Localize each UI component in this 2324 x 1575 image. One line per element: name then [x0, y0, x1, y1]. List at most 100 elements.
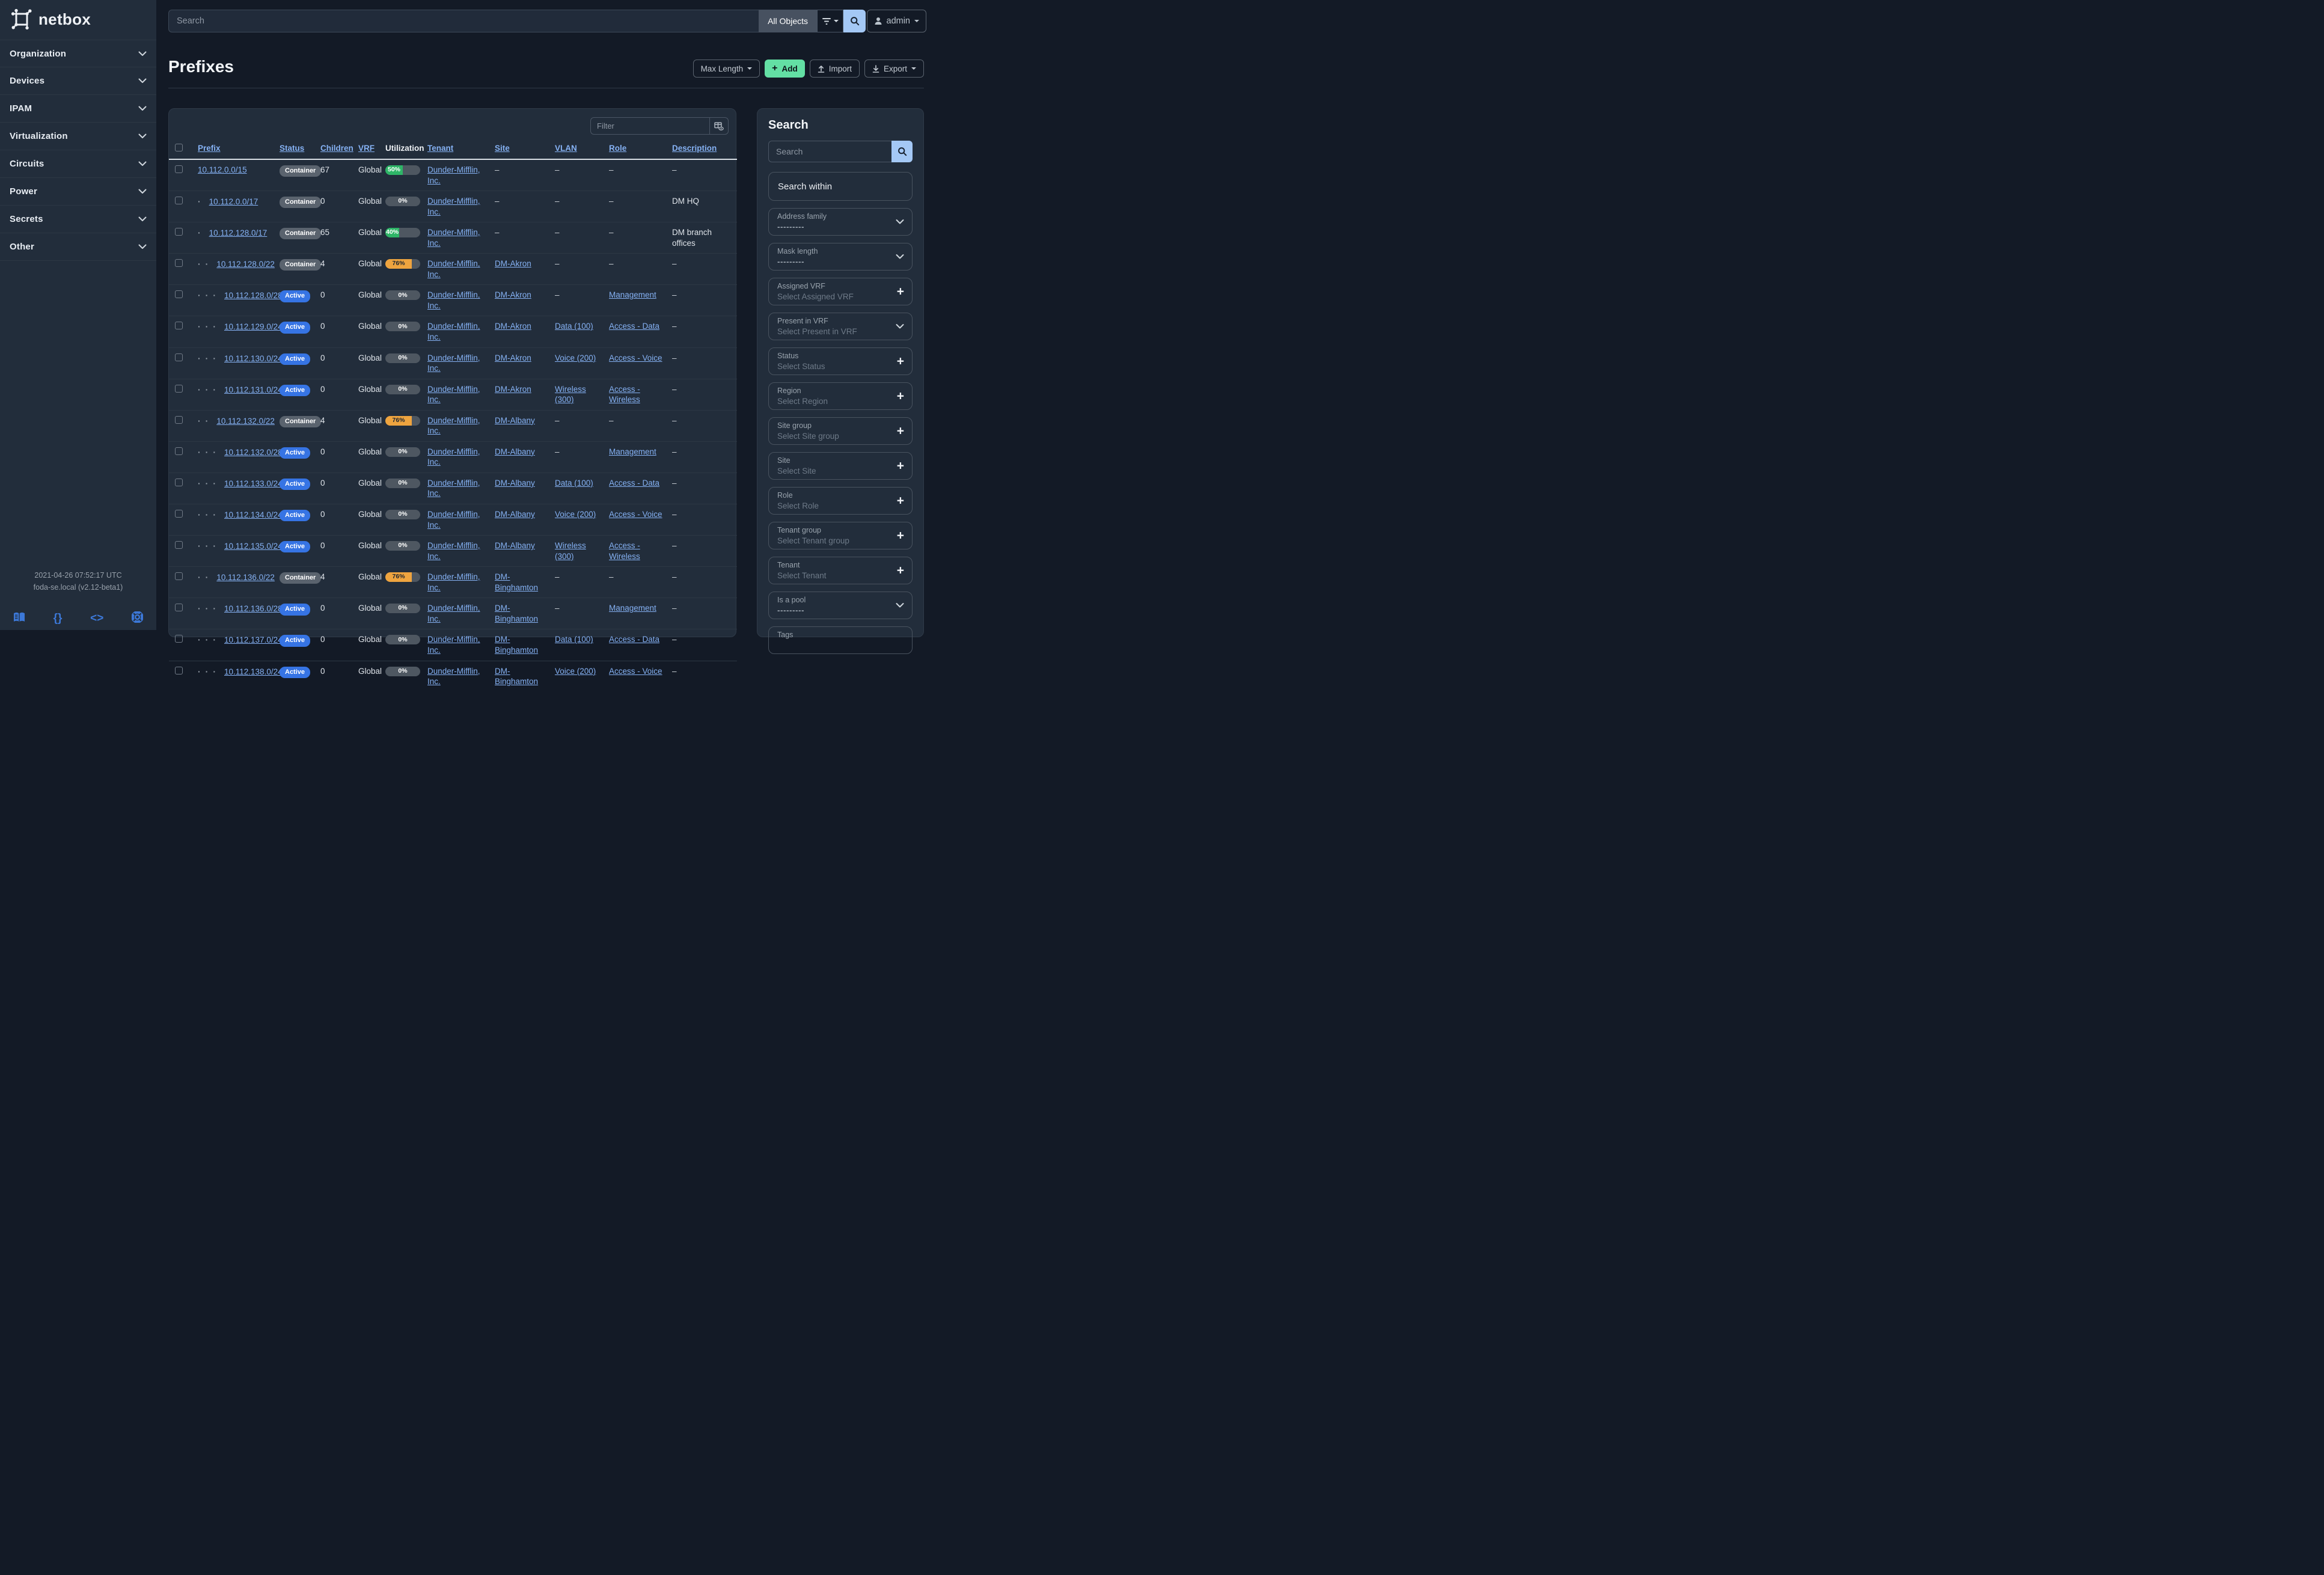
sidebar-item-secrets[interactable]: Secrets [0, 206, 156, 233]
column-sort-link[interactable]: Children [320, 144, 353, 153]
tenant-link[interactable]: Dunder-Mifflin, Inc. [427, 290, 480, 310]
filter-select-status[interactable]: StatusSelect Status+ [768, 347, 913, 375]
row-checkbox[interactable] [175, 635, 183, 643]
site-link[interactable]: DM-Albany [495, 447, 535, 456]
row-checkbox[interactable] [175, 604, 183, 611]
vlan-link[interactable]: Data (100) [555, 479, 593, 488]
sidebar-item-ipam[interactable]: IPAM [0, 95, 156, 123]
panel-search-button[interactable] [891, 141, 913, 162]
sidebar-item-circuits[interactable]: Circuits [0, 150, 156, 178]
row-checkbox[interactable] [175, 416, 183, 424]
site-link[interactable]: DM-Albany [495, 479, 535, 488]
prefix-link[interactable]: 10.112.128.0/17 [209, 228, 268, 237]
vlan-link[interactable]: Voice (200) [555, 353, 596, 362]
tenant-link[interactable]: Dunder-Mifflin, Inc. [427, 322, 480, 341]
column-sort-link[interactable]: VLAN [555, 144, 577, 153]
tenant-link[interactable]: Dunder-Mifflin, Inc. [427, 447, 480, 467]
filter-select-site[interactable]: SiteSelect Site+ [768, 452, 913, 480]
panel-search-input[interactable] [768, 141, 891, 162]
role-link[interactable]: Access - Voice [609, 353, 662, 362]
row-checkbox[interactable] [175, 510, 183, 518]
site-link[interactable]: DM-Binghamton [495, 635, 538, 655]
netbox-logo[interactable]: netbox [0, 0, 156, 36]
prefix-link[interactable]: 10.112.135.0/24 [224, 542, 283, 551]
tenant-link[interactable]: Dunder-Mifflin, Inc. [427, 667, 480, 687]
row-checkbox[interactable] [175, 259, 183, 267]
role-link[interactable]: Access - Data [609, 635, 659, 644]
role-link[interactable]: Management [609, 447, 656, 456]
site-link[interactable]: DM-Albany [495, 541, 535, 550]
tenant-link[interactable]: Dunder-Mifflin, Inc. [427, 353, 480, 373]
column-sort-link[interactable]: Prefix [198, 144, 221, 153]
tenant-link[interactable]: Dunder-Mifflin, Inc. [427, 572, 480, 592]
site-link[interactable]: DM-Akron [495, 385, 531, 394]
filter-select-mask-length[interactable]: Mask length--------- [768, 243, 913, 271]
role-link[interactable]: Access - Data [609, 479, 659, 488]
vlan-link[interactable]: Data (100) [555, 322, 593, 331]
site-link[interactable]: DM-Albany [495, 510, 535, 519]
filter-select-address-family[interactable]: Address family--------- [768, 208, 913, 236]
prefix-link[interactable]: 10.112.132.0/22 [216, 417, 275, 426]
site-link[interactable]: DM-Akron [495, 322, 531, 331]
search-within-toggle[interactable]: Search within [768, 172, 913, 201]
row-checkbox[interactable] [175, 479, 183, 486]
prefix-link[interactable]: 10.112.136.0/28 [224, 604, 283, 613]
row-checkbox[interactable] [175, 290, 183, 298]
global-search-button[interactable] [843, 10, 866, 32]
row-checkbox[interactable] [175, 353, 183, 361]
column-sort-link[interactable]: VRF [358, 144, 375, 153]
column-sort-link[interactable]: Tenant [427, 144, 453, 153]
sidebar-item-organization[interactable]: Organization [0, 40, 156, 67]
table-filter-input[interactable] [590, 117, 709, 135]
row-checkbox[interactable] [175, 667, 183, 674]
filter-select-role[interactable]: RoleSelect Role+ [768, 487, 913, 515]
site-link[interactable]: DM-Binghamton [495, 572, 538, 592]
filter-select-is-a-pool[interactable]: Is a pool--------- [768, 592, 913, 619]
filter-select-tenant[interactable]: TenantSelect Tenant+ [768, 557, 913, 584]
column-sort-link[interactable]: Role [609, 144, 626, 153]
row-checkbox[interactable] [175, 322, 183, 329]
row-checkbox[interactable] [175, 165, 183, 173]
role-link[interactable]: Management [609, 604, 656, 613]
sidebar-item-other[interactable]: Other [0, 233, 156, 261]
vlan-link[interactable]: Voice (200) [555, 510, 596, 519]
prefix-link[interactable]: 10.112.0.0/17 [209, 197, 258, 206]
tenant-link[interactable]: Dunder-Mifflin, Inc. [427, 259, 480, 279]
role-link[interactable]: Access - Wireless [609, 385, 640, 405]
row-checkbox[interactable] [175, 541, 183, 549]
prefix-link[interactable]: 10.112.136.0/22 [216, 573, 275, 582]
row-checkbox[interactable] [175, 228, 183, 236]
tenant-link[interactable]: Dunder-Mifflin, Inc. [427, 604, 480, 623]
prefix-link[interactable]: 10.112.128.0/28 [224, 291, 283, 300]
prefix-link[interactable]: 10.112.134.0/24 [224, 510, 283, 519]
sidebar-item-power[interactable]: Power [0, 178, 156, 206]
row-checkbox[interactable] [175, 385, 183, 393]
site-link[interactable]: DM-Akron [495, 290, 531, 299]
help-lifebuoy-icon[interactable] [132, 611, 143, 625]
search-scope-dropdown[interactable]: All Objects [759, 10, 817, 32]
search-filter-dropdown[interactable] [817, 10, 843, 32]
max-length-button[interactable]: Max Length [693, 60, 760, 78]
prefix-link[interactable]: 10.112.133.0/24 [224, 479, 283, 488]
filter-select-site-group[interactable]: Site groupSelect Site group+ [768, 417, 913, 445]
tenant-link[interactable]: Dunder-Mifflin, Inc. [427, 385, 480, 405]
source-code-icon[interactable]: <> [90, 613, 103, 624]
tenant-link[interactable]: Dunder-Mifflin, Inc. [427, 510, 480, 530]
global-search-input[interactable] [168, 10, 759, 32]
row-checkbox[interactable] [175, 447, 183, 455]
filter-select-tags[interactable]: Tags [768, 626, 913, 654]
prefix-link[interactable]: 10.112.137.0/24 [224, 635, 283, 644]
export-button[interactable]: Export [864, 60, 924, 78]
prefix-link[interactable]: 10.112.129.0/24 [224, 322, 283, 331]
table-columns-button[interactable] [709, 117, 729, 135]
role-link[interactable]: Management [609, 290, 656, 299]
role-link[interactable]: Access - Voice [609, 510, 662, 519]
site-link[interactable]: DM-Akron [495, 259, 531, 268]
prefix-link[interactable]: 10.112.0.0/15 [198, 165, 247, 174]
prefix-link[interactable]: 10.112.128.0/22 [216, 260, 275, 269]
column-sort-link[interactable]: Status [280, 144, 304, 153]
site-link[interactable]: DM-Akron [495, 353, 531, 362]
row-checkbox[interactable] [175, 572, 183, 580]
import-button[interactable]: Import [810, 60, 860, 78]
row-checkbox[interactable] [175, 197, 183, 204]
